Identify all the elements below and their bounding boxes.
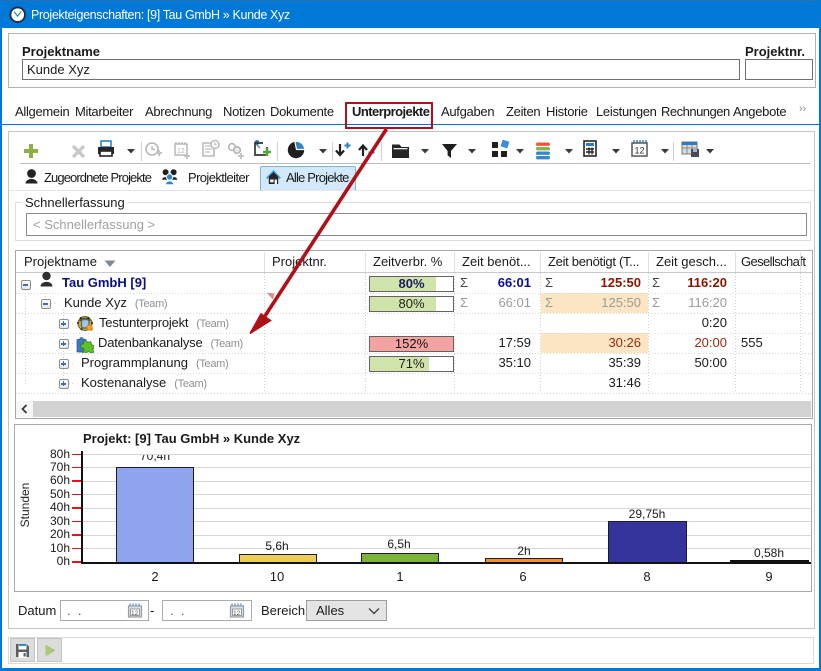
svg-text:12: 12	[177, 148, 185, 155]
svg-text:12: 12	[635, 146, 645, 156]
svg-text:12: 12	[131, 610, 139, 617]
svg-text:12: 12	[233, 610, 241, 617]
